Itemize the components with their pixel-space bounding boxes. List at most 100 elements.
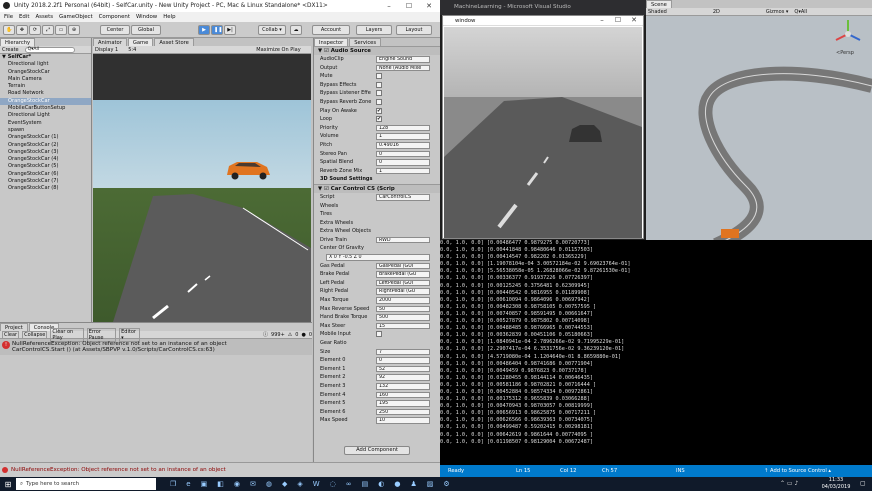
hierarchy-item[interactable]: Directional light [0,61,91,68]
pivot-center-button[interactable]: Center [100,25,130,35]
property-value-field[interactable]: 0.49016 [376,141,430,149]
clear-button[interactable]: Clear [2,330,20,339]
hierarchy-item[interactable]: OrangeStockCar (4) [0,156,91,163]
window-close-icon[interactable]: ✕ [625,15,643,25]
windows-start-icon[interactable]: ⊞ [0,480,16,489]
display-select[interactable]: Display 1 [95,46,118,54]
property-value-field[interactable]: RightPedal (GU [376,288,430,296]
tab-inspector[interactable]: Inspector [314,38,349,46]
foldout[interactable]: Tires [314,210,440,219]
property-value-field[interactable]: 500 [376,314,430,321]
property-value-field[interactable]: 132 [376,382,430,390]
hierarchy-item[interactable]: OrangeStockCar (6) [0,171,91,178]
global-button[interactable]: Global [131,25,161,35]
rect-tool-icon[interactable]: ▭ [55,25,67,35]
store-icon[interactable]: ◧ [217,480,224,488]
foldout[interactable]: Wheels [314,202,440,211]
console-entry[interactable]: ! NullReferenceException: Object referen… [0,339,312,355]
create-button[interactable]: Create [2,46,19,54]
property-value-field[interactable]: BrakePedal (GU [376,271,430,278]
3d-sound-settings-foldout[interactable]: 3D Sound Settings [314,175,440,184]
property-value-field[interactable]: 250 [376,408,430,416]
scene-gizmo-icon[interactable] [832,18,864,50]
property-value-field[interactable]: X 0 Y -0.5 Z 0 [326,254,430,261]
unity-taskbar-icon[interactable]: ◆ [282,480,287,488]
maximize-icon[interactable]: ☐ [400,0,418,12]
add-component-button[interactable]: Add Component [344,446,410,455]
step-icon[interactable]: ▶| [224,25,236,35]
menu-help[interactable]: Help [163,14,175,20]
hand-tool-icon[interactable]: ✋ [3,25,15,35]
error-pause-button[interactable]: Error Pause [86,327,117,342]
property-value-field[interactable]: 92 [376,374,430,381]
settings-icon[interactable]: ⚙ [443,480,449,488]
property-checkbox[interactable] [376,331,382,338]
perspective-label[interactable]: <Persp [836,50,854,56]
collab-button[interactable]: Collab ▾ [258,25,286,35]
menu-edit[interactable]: Edit [19,14,29,20]
menu-file[interactable]: File [4,14,13,20]
property-value-field[interactable]: 7 [376,348,430,356]
property-value-field[interactable]: 0 [376,150,430,158]
scene-search-input[interactable]: Q▾All [794,8,807,16]
property-checkbox[interactable] [376,98,382,105]
close-icon[interactable]: ✕ [420,0,438,12]
property-value-field[interactable]: None (Audio Mixe [376,64,430,72]
hierarchy-item[interactable]: spawn [0,127,91,134]
clear-on-play-button[interactable]: Clear on Play [50,327,84,342]
play-icon[interactable]: ▶ [198,25,210,35]
hierarchy-item[interactable]: MobileCarButtonSetup [0,105,91,112]
cloud-icon[interactable]: ☁ [290,25,302,35]
gizmos-dropdown[interactable]: Gizmos ▾ [766,8,789,16]
rotate-tool-icon[interactable]: ⟳ [29,25,41,35]
layers-button[interactable]: Layers [356,25,392,35]
file-explorer-icon[interactable]: ▣ [201,480,208,488]
spotify-icon[interactable]: ● [394,480,400,488]
editor-dropdown[interactable]: Editor ▾ [119,327,141,342]
property-value-field[interactable]: RWD [376,236,430,244]
hierarchy-item[interactable]: OrangeStockCar (2) [0,142,91,149]
edge-icon[interactable]: e [186,480,190,488]
audio-source-header[interactable]: ▼ ☑ Audio Source [314,46,440,55]
steam-icon[interactable]: ◉ [234,480,240,488]
mail-icon[interactable]: ✉ [250,480,256,488]
hierarchy-search-input[interactable]: Q▾All [24,46,75,53]
property-value-field[interactable]: 10 [376,417,430,424]
vs-code-icon[interactable]: ◈ [297,480,302,488]
foldout[interactable]: Extra Wheels [314,219,440,228]
menu-gameobject[interactable]: GameObject [59,14,93,20]
hierarchy-item[interactable]: Road Network [0,90,91,97]
maximize-on-play-toggle[interactable]: Maximize On Play [256,46,300,54]
property-value-field[interactable]: 2000 [376,297,430,304]
minimize-icon[interactable]: – [380,0,398,12]
scale-tool-icon[interactable]: ⤢ [42,25,54,35]
hierarchy-item[interactable]: OrangeStockCar (3) [0,149,91,156]
layout-button[interactable]: Layout [396,25,432,35]
hierarchy-item[interactable]: Directional Light [0,112,91,119]
property-value-field[interactable]: 50 [376,305,430,313]
shading-mode-select[interactable]: Shaded [648,8,667,16]
info-count-icon[interactable]: ⓘ [263,331,268,339]
notification-icon[interactable]: ▢ [860,480,866,487]
hierarchy-item[interactable]: OrangeStockCar (8) [0,185,91,192]
2d-toggle[interactable]: 2D [713,8,720,16]
property-value-field[interactable]: 1 [376,133,430,140]
property-checkbox[interactable] [376,90,382,97]
transform-tool-icon[interactable]: ⊕ [68,25,80,35]
scene-root[interactable]: ▼ SelfCar* [0,54,91,61]
hierarchy-item[interactable]: OrangeStockCar (7) [0,178,91,185]
collapse-button[interactable]: Collapse [22,330,48,339]
unity-status-bar[interactable]: NullReferenceException: Object reference… [0,462,440,477]
menu-window[interactable]: Window [136,14,157,20]
tab-asset-store[interactable]: Asset Store [154,38,194,46]
property-value-field[interactable]: LeftPedal (GUI [376,279,430,287]
property-checkbox[interactable]: ✔ [376,116,382,123]
taskbar-clock[interactable]: 11:33 04/03/2019 [818,477,854,491]
property-checkbox[interactable] [376,81,382,88]
hierarchy-item[interactable]: OrangeStockCar [0,69,91,76]
hierarchy-item[interactable]: OrangeStockCar (5) [0,163,91,170]
property-value-field[interactable]: 15 [376,322,430,330]
aspect-select[interactable]: 5:4 [128,46,136,54]
task-view-icon[interactable]: ❐ [170,480,176,488]
account-button[interactable]: Account [312,25,350,35]
